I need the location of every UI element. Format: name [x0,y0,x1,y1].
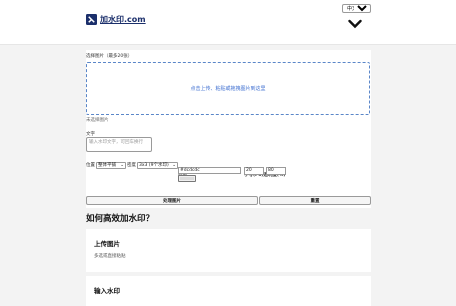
font-size-input[interactable]: 20 [244,167,264,175]
site-name: 加水印.com [100,15,146,24]
select-arrow-icon: ⌄ [120,162,124,168]
step-title: 输入水印 [94,287,120,295]
color-hex-input[interactable]: #dcdcdc [178,167,241,174]
color-picker[interactable] [178,175,196,182]
step-title: 上传图片 [94,240,120,248]
image-dropzone[interactable]: 点击上传、粘贴或拖拽图片到这里 [86,62,370,115]
chevron-down-icon[interactable] [348,19,362,29]
process-button-label: 处理图片 [163,198,181,204]
no-image-status: 未选择图片 [86,118,109,123]
density-select[interactable]: 3x3 (9个水印) ⌄ [137,161,178,169]
position-select[interactable]: 整体平铺 ⌄ [96,161,126,169]
site-logo-link[interactable]: 加水印.com [86,14,146,25]
color-swatch-fill [180,177,194,180]
size-opacity-fields: 字号(Px)透明度(%) 20 80 [244,161,286,180]
process-image-button[interactable]: 处理图片 [86,196,258,205]
position-value: 整体平铺 [98,163,116,168]
watermark-text-input[interactable]: 输入水印文字，可回车换行 [86,137,152,152]
select-image-label: 选择图片（最多20张） [86,54,133,59]
reset-button-label: 重置 [310,198,320,204]
color-field: 颜色 #dcdcdc [178,161,241,182]
reset-button[interactable]: 重置 [259,196,371,205]
step-description: 多选或直接粘贴 [94,254,126,259]
language-select[interactable]: 中文 [342,4,371,13]
density-label: 密度 [127,163,136,168]
step-card-upload: 上传图片 多选或直接粘贴 [86,229,371,272]
settings-row: 位置 整体平铺 ⌄ 密度 3x3 (9个水印) ⌄ [86,160,178,170]
logo-icon [86,14,97,25]
position-label: 位置 [86,163,95,168]
how-to-title: 如何高效加水印？ [86,214,155,224]
watermark-form: 选择图片（最多20张） 点击上传、粘贴或拖拽图片到这里 未选择图片 文字 输入水… [86,50,371,208]
site-header: 加水印.com 中文 [0,0,456,45]
step-card-input: 输入水印 [86,276,371,306]
select-arrow-icon: ⌄ [172,162,176,168]
density-value: 3x3 (9个水印) [139,163,169,168]
dropzone-text: 点击上传、粘贴或拖拽图片到这里 [190,86,266,92]
opacity-input[interactable]: 80 [266,167,286,175]
